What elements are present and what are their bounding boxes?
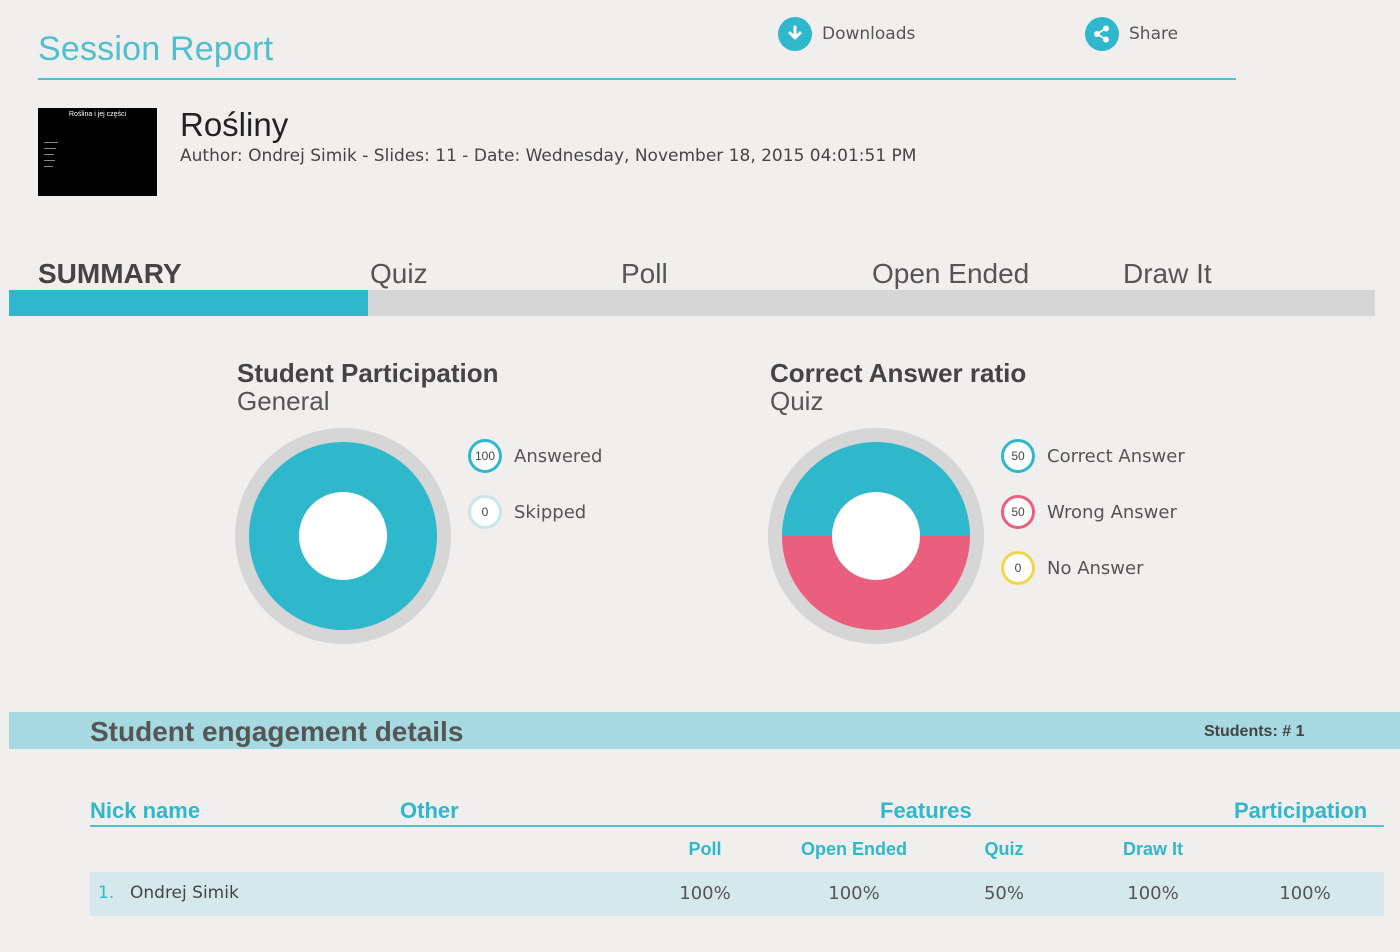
answered-count-badge: 100: [468, 439, 502, 473]
correct-ratio-donut-chart: [768, 428, 984, 644]
correct-ratio-chart-title: Correct Answer ratio: [770, 358, 1027, 388]
thumbnail-line: [44, 142, 58, 143]
participation-chart-title: Student Participation: [237, 358, 499, 388]
row-draw-it-value: 100%: [1127, 883, 1179, 904]
legend-label-answered: Answered: [514, 445, 603, 467]
legend-label-skipped: Skipped: [514, 501, 587, 523]
tab-summary[interactable]: SUMMARY: [38, 258, 182, 290]
table-header-divider: [90, 825, 1384, 827]
share-label: Share: [1129, 24, 1179, 44]
legend-item-skipped: 0 Skipped: [468, 495, 586, 529]
tab-indicator-active: [9, 290, 368, 316]
tab-poll[interactable]: Poll: [621, 258, 668, 290]
skipped-count-badge: 0: [468, 495, 502, 529]
row-open-ended-value: 100%: [828, 883, 880, 904]
presentation-meta: Author: Ondrej Simik - Slides: 11 - Date…: [180, 146, 917, 166]
thumbnail-line: [44, 148, 56, 149]
tab-open-ended[interactable]: Open Ended: [872, 258, 1029, 290]
presentation-thumbnail: Roślina i jej części: [38, 108, 157, 196]
legend-item-answered: 100 Answered: [468, 439, 602, 473]
legend-label-no-answer: No Answer: [1047, 557, 1144, 579]
row-participation-value: 100%: [1279, 883, 1331, 904]
subheader-draw-it: Draw It: [1122, 839, 1183, 859]
donut-hole: [299, 492, 387, 580]
row-poll-value: 100%: [679, 883, 731, 904]
subheader-open-ended: Open Ended: [800, 839, 907, 859]
no-answer-count-badge: 0: [1001, 551, 1035, 585]
header-divider: [38, 78, 1236, 80]
share-icon: [1085, 17, 1119, 51]
tab-draw-it[interactable]: Draw It: [1123, 258, 1212, 290]
donut-hole: [832, 492, 920, 580]
legend-label-wrong: Wrong Answer: [1047, 501, 1177, 523]
engagement-title: Student engagement details: [90, 716, 464, 747]
presentation-name: Rośliny: [180, 106, 289, 143]
thumbnail-title: Roślina i jej części: [68, 111, 127, 118]
legend-item-correct: 50 Correct Answer: [1001, 439, 1185, 473]
legend-label-correct: Correct Answer: [1047, 445, 1185, 467]
column-header-nick-name: Nick name: [90, 798, 201, 823]
tab-quiz[interactable]: Quiz: [370, 258, 428, 290]
correct-ratio-chart-subtitle: Quiz: [770, 386, 824, 416]
legend-item-no-answer: 0 No Answer: [1001, 551, 1144, 585]
column-header-other: Other: [400, 798, 459, 823]
page-title: Session Report: [38, 30, 274, 68]
thumbnail-line: [44, 166, 53, 167]
thumbnail-line: [44, 154, 54, 155]
subheader-quiz: Quiz: [984, 839, 1024, 859]
thumbnail-line: [44, 160, 55, 161]
downloads-button[interactable]: Downloads: [778, 17, 915, 51]
row-index: 1.: [98, 883, 115, 903]
column-header-participation: Participation: [1234, 798, 1368, 823]
row-student-name[interactable]: Ondrej Simik: [130, 883, 239, 903]
share-button[interactable]: Share: [1085, 17, 1178, 51]
subheader-poll: Poll: [688, 839, 722, 859]
legend-item-wrong: 50 Wrong Answer: [1001, 495, 1177, 529]
row-quiz-value: 50%: [983, 883, 1024, 904]
wrong-count-badge: 50: [1001, 495, 1035, 529]
downloads-label: Downloads: [822, 24, 916, 44]
download-icon: [778, 17, 812, 51]
students-count: Students: # 1: [1204, 723, 1305, 740]
column-header-features: Features: [880, 798, 972, 823]
participation-donut-chart: [235, 428, 451, 644]
participation-chart-subtitle: General: [237, 386, 330, 416]
correct-count-badge: 50: [1001, 439, 1035, 473]
